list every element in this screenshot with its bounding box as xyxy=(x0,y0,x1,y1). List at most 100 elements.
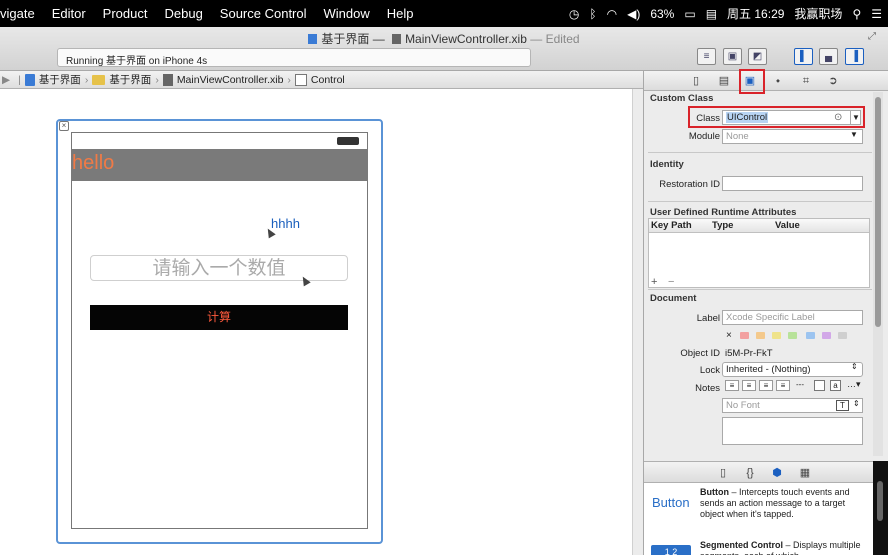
color-label-green[interactable] xyxy=(788,332,797,339)
title-file: MainViewController.xib xyxy=(405,32,527,46)
jump-back-icon[interactable]: ▶ xyxy=(2,74,10,86)
font-stepper-icon[interactable]: ⇕ xyxy=(853,399,860,408)
column-type[interactable]: Type xyxy=(712,220,733,231)
navigator-toggle-icon[interactable]: ▌ xyxy=(794,48,813,65)
fullscreen-icon[interactable]: ⤢ xyxy=(868,31,876,42)
debug-area-toggle-icon[interactable]: ▄ xyxy=(819,48,838,65)
notes-align-right-icon[interactable]: ≡ xyxy=(759,380,773,391)
activity-view: Running 基于界面 on iPhone 4s xyxy=(57,48,531,67)
notes-text-area[interactable] xyxy=(722,417,863,445)
color-label-red[interactable] xyxy=(740,332,749,339)
volume-icon[interactable]: ◀) xyxy=(627,7,640,21)
breadcrumb-folder[interactable]: 基于界面 xyxy=(92,72,151,87)
menu-window[interactable]: Window xyxy=(324,6,370,21)
color-label-orange[interactable] xyxy=(756,332,765,339)
font-picker-icon[interactable]: T xyxy=(836,400,849,411)
object-library-list[interactable]: Button Button – Intercepts touch events … xyxy=(644,483,873,555)
restoration-id-field[interactable] xyxy=(722,176,863,191)
inspector-scroll-thumb[interactable] xyxy=(875,97,881,327)
size-inspector-icon[interactable]: ⌗ xyxy=(797,73,815,89)
notification-center-icon[interactable]: ☰ xyxy=(871,7,882,21)
menu-help[interactable]: Help xyxy=(387,6,414,21)
library-item-name: Segmented Control xyxy=(700,540,784,550)
lock-popup[interactable]: Inherited - (Nothing) xyxy=(722,362,863,377)
column-key-path[interactable]: Key Path xyxy=(651,220,692,231)
user-menu[interactable]: 我赢职场 xyxy=(794,5,842,22)
time-machine-icon[interactable]: ◷ xyxy=(569,7,579,21)
notes-more-icon[interactable]: …▾ xyxy=(847,379,861,390)
object-id-label: Object ID xyxy=(680,348,720,359)
assistant-editor-icon[interactable]: ▣ xyxy=(723,48,742,65)
module-combo-box[interactable]: None xyxy=(722,129,863,144)
lock-value: Inherited - (Nothing) xyxy=(726,364,811,375)
result-label[interactable]: hhhh xyxy=(271,216,300,231)
notes-spacing-icon[interactable]: --- xyxy=(796,380,804,389)
remove-attribute-button[interactable]: − xyxy=(668,276,674,288)
connections-inspector-icon[interactable]: ➲ xyxy=(824,73,842,89)
breadcrumb-xib[interactable]: MainViewController.xib xyxy=(162,73,283,86)
library-item-button[interactable]: Button Button – Intercepts touch events … xyxy=(644,485,873,525)
canvas-scrollbar[interactable] xyxy=(632,89,643,555)
file-inspector-icon[interactable]: ▯ xyxy=(687,73,705,89)
add-attribute-button[interactable]: + xyxy=(651,276,657,288)
breadcrumb-control[interactable]: Control xyxy=(294,73,345,86)
standard-editor-icon[interactable]: ≡ xyxy=(697,48,716,65)
runtime-attributes-table[interactable]: Key Path Type Value xyxy=(648,218,870,288)
iphone-view[interactable] xyxy=(71,132,368,529)
runtime-attributes-title: User Defined Runtime Attributes xyxy=(650,207,797,218)
attributes-inspector-icon[interactable]: ⬩ xyxy=(769,73,787,89)
project-icon xyxy=(308,34,318,44)
color-label-yellow[interactable] xyxy=(772,332,781,339)
color-label-purple[interactable] xyxy=(822,332,831,339)
close-icon[interactable]: × xyxy=(59,121,69,131)
button-object-icon: Button xyxy=(652,495,690,510)
utilities-toggle-icon[interactable]: ▐ xyxy=(845,48,864,65)
nav-title-label[interactable]: hello xyxy=(72,152,114,175)
calculate-button[interactable]: 计算 xyxy=(90,305,348,330)
color-label-gray[interactable] xyxy=(838,332,847,339)
notes-justify-icon[interactable]: ≡ xyxy=(776,380,790,391)
notes-box-icon[interactable] xyxy=(814,380,825,391)
identity-title: Identity xyxy=(650,159,684,170)
bluetooth-icon[interactable]: ᛒ xyxy=(589,7,596,21)
clock[interactable]: 周五 16:29 xyxy=(727,5,784,22)
code-snippet-library-icon[interactable]: {} xyxy=(741,465,759,481)
library-scroll-thumb[interactable] xyxy=(877,481,883,521)
wifi-icon[interactable]: ◠ xyxy=(607,7,617,21)
notes-text-icon[interactable]: a xyxy=(830,380,841,391)
quick-help-icon[interactable]: ▤ xyxy=(715,73,733,89)
navigation-bar[interactable] xyxy=(71,149,368,181)
breadcrumb-chevron-icon: › xyxy=(84,73,89,86)
menu-editor[interactable]: Editor xyxy=(52,6,86,21)
menu-product[interactable]: Product xyxy=(103,6,148,21)
flag-icon[interactable]: ▤ xyxy=(706,7,717,21)
library-item-text: Button – Intercepts touch events and sen… xyxy=(700,487,870,520)
menu-debug[interactable]: Debug xyxy=(164,6,202,21)
notes-align-left-icon[interactable]: ≡ xyxy=(725,380,739,391)
battery-percent[interactable]: 63% xyxy=(650,7,674,21)
module-dropdown-icon[interactable]: ▼ xyxy=(850,130,858,139)
file-template-library-icon[interactable]: ▯ xyxy=(714,465,732,481)
clear-color-label-button[interactable]: × xyxy=(726,330,732,341)
color-label-blue[interactable] xyxy=(806,332,815,339)
version-editor-icon[interactable]: ◩ xyxy=(748,48,767,65)
divider xyxy=(648,201,872,202)
library-item-name: Button xyxy=(700,487,729,497)
breadcrumb-project[interactable]: 基于界面 xyxy=(24,72,81,87)
library-scrollbar[interactable] xyxy=(873,461,888,555)
number-input-field[interactable]: 请输入一个数值 xyxy=(90,255,348,281)
library-item-segmented-control[interactable]: 1 2 Segmented Control – Displays multipl… xyxy=(644,537,873,555)
media-library-icon[interactable]: ▦ xyxy=(796,465,814,481)
doc-label-label: Label xyxy=(696,313,720,324)
spotlight-icon[interactable]: ⚲ xyxy=(852,7,861,21)
runtime-attributes-header: Key Path Type Value xyxy=(649,219,869,233)
inspector-scrollbar[interactable] xyxy=(873,92,883,456)
menu-source-control[interactable]: Source Control xyxy=(220,6,307,21)
battery-icon[interactable]: ▭ xyxy=(684,7,695,21)
object-library-icon[interactable]: ⬢ xyxy=(768,465,786,481)
column-value[interactable]: Value xyxy=(775,220,800,231)
menu-navigate[interactable]: vigate xyxy=(0,6,35,21)
doc-label-field[interactable]: Xcode Specific Label xyxy=(722,310,863,325)
notes-align-center-icon[interactable]: ≡ xyxy=(742,380,756,391)
lock-stepper-icon[interactable]: ⇕ xyxy=(851,362,858,371)
